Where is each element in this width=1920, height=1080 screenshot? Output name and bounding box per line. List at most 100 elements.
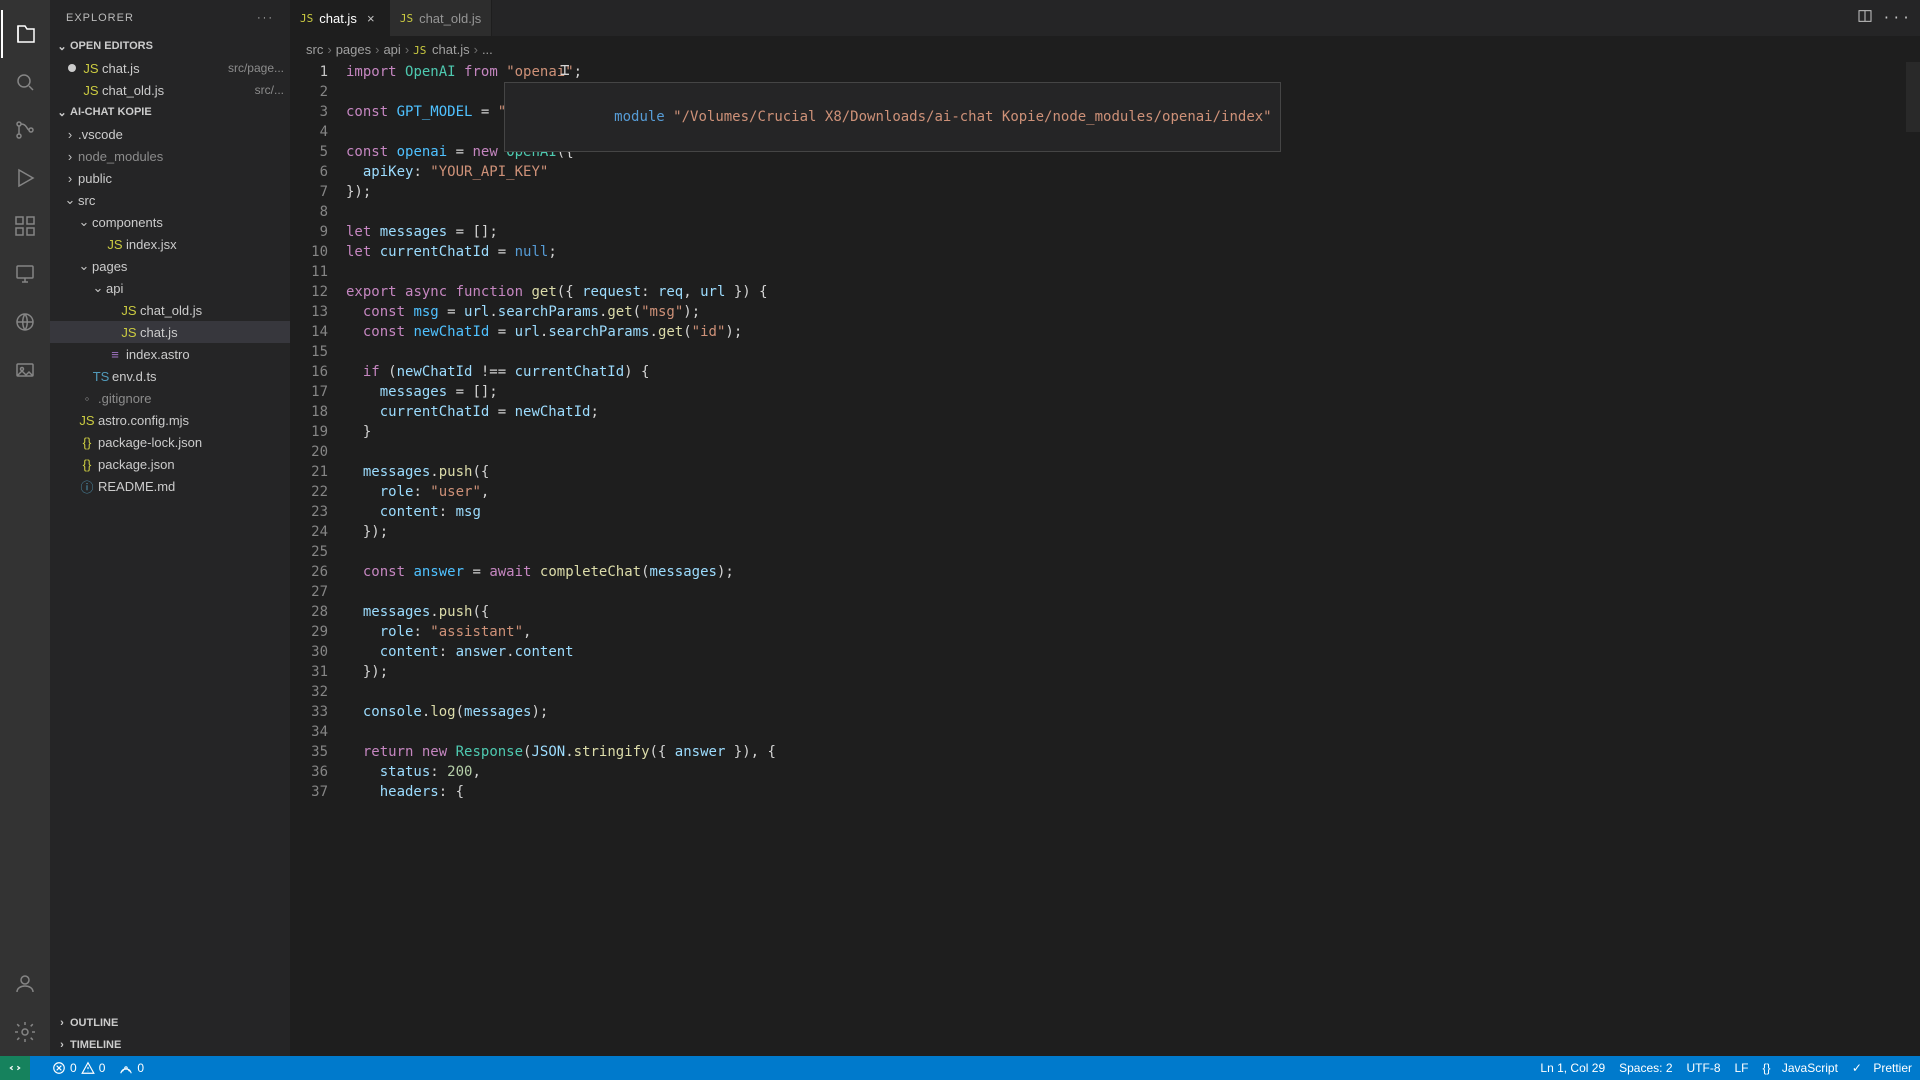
- activity-remote-explorer-icon[interactable]: [1, 250, 49, 298]
- status-prettier[interactable]: ✓ Prettier: [1852, 1061, 1912, 1075]
- code-line[interactable]: const newChatId = url.searchParams.get("…: [346, 322, 1920, 342]
- tree-folder[interactable]: ›.vscode: [50, 123, 290, 145]
- split-editor-icon[interactable]: [1857, 8, 1873, 28]
- editor-tab[interactable]: JSchat_old.js: [390, 0, 492, 36]
- status-language[interactable]: {} JavaScript: [1763, 1061, 1838, 1075]
- code-line[interactable]: messages = [];: [346, 382, 1920, 402]
- code-line[interactable]: }: [346, 422, 1920, 442]
- code-line[interactable]: [346, 682, 1920, 702]
- code-line[interactable]: let messages = [];: [346, 222, 1920, 242]
- line-number: 28: [290, 602, 328, 622]
- activity-accounts-icon[interactable]: [1, 960, 49, 1008]
- breadcrumb-segment[interactable]: api: [383, 42, 400, 57]
- activity-search-icon[interactable]: [1, 58, 49, 106]
- activity-explorer-icon[interactable]: [1, 10, 49, 58]
- breadcrumb-segment[interactable]: src: [306, 42, 323, 57]
- code-line[interactable]: content: answer.content: [346, 642, 1920, 662]
- code-line[interactable]: status: 200,: [346, 762, 1920, 782]
- code-line[interactable]: });: [346, 182, 1920, 202]
- code-line[interactable]: [346, 582, 1920, 602]
- code-line[interactable]: role: "assistant",: [346, 622, 1920, 642]
- activity-media-icon[interactable]: [1, 346, 49, 394]
- status-encoding[interactable]: UTF-8: [1687, 1061, 1721, 1075]
- code-line[interactable]: console.log(messages);: [346, 702, 1920, 722]
- tree-file[interactable]: JSastro.config.mjs: [50, 409, 290, 431]
- code-line[interactable]: headers: {: [346, 782, 1920, 802]
- code-line[interactable]: return new Response(JSON.stringify({ ans…: [346, 742, 1920, 762]
- project-folder-header[interactable]: ⌄ AI-CHAT KOPIE: [50, 101, 290, 123]
- code-line[interactable]: let currentChatId = null;: [346, 242, 1920, 262]
- tree-folder[interactable]: ⌄src: [50, 189, 290, 211]
- tree-file[interactable]: ≡index.astro: [50, 343, 290, 365]
- tree-file[interactable]: TSenv.d.ts: [50, 365, 290, 387]
- breadcrumbs[interactable]: src›pages›api›JS chat.js›...: [290, 36, 1920, 62]
- activity-settings-icon[interactable]: [1, 1008, 49, 1056]
- activity-run-debug-icon[interactable]: [1, 154, 49, 202]
- tree-folder[interactable]: ›node_modules: [50, 145, 290, 167]
- open-editor-item[interactable]: JSchat_old.jssrc/...: [50, 79, 290, 101]
- minimap[interactable]: [1906, 62, 1920, 1056]
- chevron-icon: ›: [62, 171, 78, 186]
- activity-source-control-icon[interactable]: [1, 106, 49, 154]
- chevron-icon: ⌄: [76, 258, 92, 274]
- code-line[interactable]: if (newChatId !== currentChatId) {: [346, 362, 1920, 382]
- file-icon: JS: [400, 12, 413, 25]
- code-line[interactable]: [346, 442, 1920, 462]
- code-line[interactable]: messages.push({: [346, 462, 1920, 482]
- line-number: 14: [290, 322, 328, 342]
- code-line[interactable]: currentChatId = newChatId;: [346, 402, 1920, 422]
- close-icon[interactable]: ×: [363, 11, 379, 26]
- open-editors-header[interactable]: ⌄ OPEN EDITORS: [50, 35, 290, 57]
- code-line[interactable]: [346, 202, 1920, 222]
- code-line[interactable]: content: msg: [346, 502, 1920, 522]
- status-eol[interactable]: LF: [1735, 1061, 1749, 1075]
- tree-file[interactable]: ◦.gitignore: [50, 387, 290, 409]
- remote-indicator[interactable]: [0, 1056, 30, 1080]
- open-editor-item[interactable]: JSchat.jssrc/page...: [50, 57, 290, 79]
- editor-tab[interactable]: JSchat.js×: [290, 0, 390, 36]
- code-line[interactable]: import OpenAI from "openai";⌶: [346, 62, 1920, 82]
- tree-file[interactable]: JSchat_old.js: [50, 299, 290, 321]
- chevron-icon: ›: [62, 127, 78, 142]
- line-number: 25: [290, 542, 328, 562]
- code-line[interactable]: [346, 542, 1920, 562]
- explorer-more-icon[interactable]: ···: [257, 12, 274, 24]
- chevron-right-icon: ›: [327, 42, 331, 57]
- status-indentation[interactable]: Spaces: 2: [1619, 1061, 1672, 1075]
- tree-file[interactable]: JSchat.js: [50, 321, 290, 343]
- tree-folder[interactable]: ›public: [50, 167, 290, 189]
- code-line[interactable]: messages.push({: [346, 602, 1920, 622]
- activity-astro-icon[interactable]: [1, 298, 49, 346]
- code-line[interactable]: const msg = url.searchParams.get("msg");: [346, 302, 1920, 322]
- status-ports[interactable]: 0: [119, 1061, 144, 1075]
- tree-folder[interactable]: ⌄components: [50, 211, 290, 233]
- more-actions-icon[interactable]: ···: [1883, 11, 1912, 26]
- code-line[interactable]: apiKey: "YOUR_API_KEY": [346, 162, 1920, 182]
- status-problems[interactable]: 0 0: [52, 1061, 105, 1075]
- breadcrumb-segment[interactable]: ...: [482, 42, 493, 57]
- code-line[interactable]: });: [346, 522, 1920, 542]
- tree-file[interactable]: ⓘREADME.md: [50, 475, 290, 497]
- code-line[interactable]: export async function get({ request: req…: [346, 282, 1920, 302]
- code-line[interactable]: [346, 262, 1920, 282]
- line-number: 18: [290, 402, 328, 422]
- code-editor[interactable]: 1234567891011121314151617181920212223242…: [290, 62, 1920, 1056]
- tree-file[interactable]: {}package.json: [50, 453, 290, 475]
- tree-file[interactable]: JSindex.jsx: [50, 233, 290, 255]
- code-line[interactable]: });: [346, 662, 1920, 682]
- activity-extensions-icon[interactable]: [1, 202, 49, 250]
- tree-folder[interactable]: ⌄pages: [50, 255, 290, 277]
- code-line[interactable]: const answer = await completeChat(messag…: [346, 562, 1920, 582]
- code-line[interactable]: role: "user",: [346, 482, 1920, 502]
- timeline-header[interactable]: › TIMELINE: [50, 1034, 290, 1056]
- breadcrumb-segment[interactable]: JS chat.js: [413, 42, 469, 57]
- tree-folder[interactable]: ⌄api: [50, 277, 290, 299]
- status-cursor-position[interactable]: Ln 1, Col 29: [1540, 1061, 1605, 1075]
- code-line[interactable]: [346, 722, 1920, 742]
- outline-header[interactable]: › OUTLINE: [50, 1012, 290, 1034]
- tree-file[interactable]: {}package-lock.json: [50, 431, 290, 453]
- minimap-thumb[interactable]: [1906, 62, 1920, 132]
- tree-item-label: chat_old.js: [140, 303, 284, 318]
- code-line[interactable]: [346, 342, 1920, 362]
- breadcrumb-segment[interactable]: pages: [336, 42, 371, 57]
